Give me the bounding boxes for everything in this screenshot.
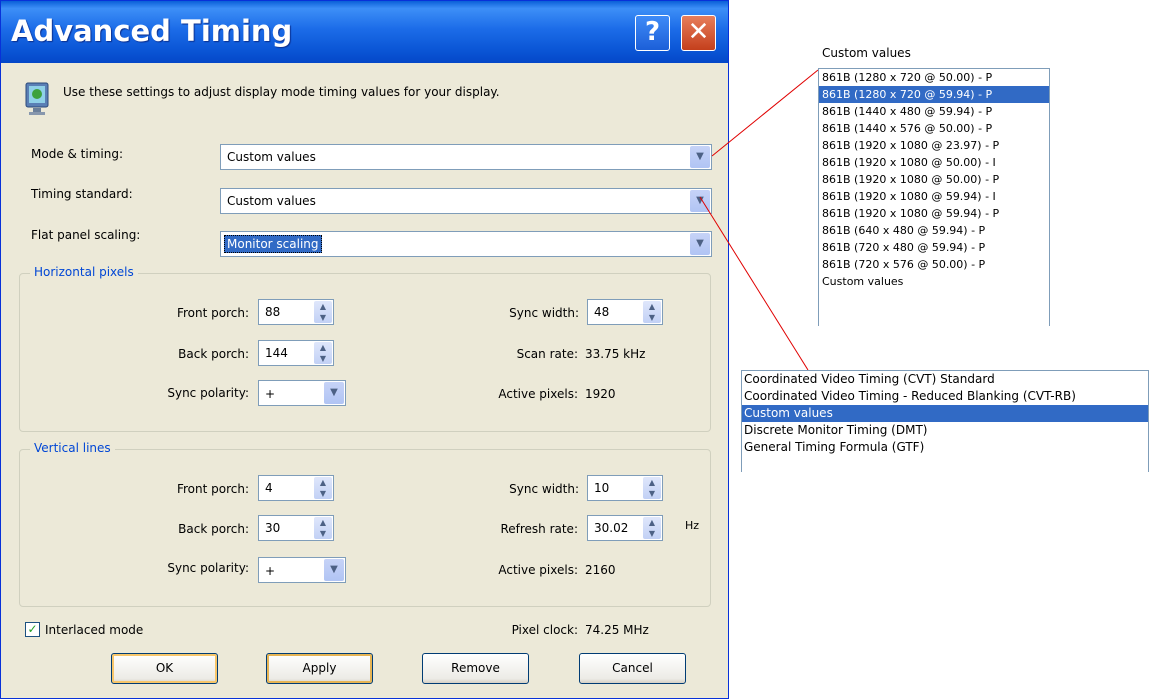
v-front-porch-value: 4 — [265, 481, 273, 495]
spinner-arrows-icon[interactable]: ▲ ▼ — [643, 517, 661, 539]
h-back-porch-label: Back porch: — [178, 347, 249, 361]
list-item[interactable]: 861B (720 x 480 @ 59.94) - P — [819, 239, 1049, 256]
refresh-rate-unit: Hz — [685, 519, 700, 532]
spinner-arrows-icon[interactable]: ▲ ▼ — [314, 301, 332, 323]
mode-list-caption: Custom values — [822, 46, 911, 60]
list-item[interactable]: 861B (1920 x 1080 @ 59.94) - I — [819, 188, 1049, 205]
h-front-porch-value: 88 — [265, 305, 281, 319]
v-active-pixels-label: Active pixels: — [498, 563, 578, 577]
list-item[interactable]: 861B (720 x 576 @ 50.00) - P — [819, 256, 1049, 273]
list-item[interactable]: Coordinated Video Timing - Reduced Blank… — [742, 388, 1148, 405]
list-item[interactable]: 861B (1920 x 1080 @ 50.00) - P — [819, 171, 1049, 188]
h-active-pixels-value: 1920 — [585, 387, 616, 401]
help-button[interactable]: ? — [635, 15, 670, 51]
spinner-arrows-icon[interactable]: ▲ ▼ — [314, 342, 332, 364]
v-back-porch-value: 30 — [265, 521, 281, 535]
chevron-down-icon[interactable]: ▼ — [690, 190, 710, 212]
v-front-porch-label: Front porch: — [176, 482, 249, 496]
list-item[interactable]: Custom values — [819, 273, 1049, 290]
spinner-arrows-icon[interactable]: ▲ ▼ — [643, 301, 661, 323]
v-sync-width-spinner[interactable]: 10 ▲ ▼ — [587, 475, 663, 501]
interlaced-mode-label[interactable]: Interlaced mode — [45, 623, 143, 637]
list-item[interactable]: 861B (1280 x 720 @ 50.00) - P — [819, 69, 1049, 86]
h-sync-width-value: 48 — [594, 305, 610, 319]
checkmark-icon: ✓ — [27, 622, 38, 636]
scan-rate-label: Scan rate: — [516, 347, 578, 361]
chevron-down-icon[interactable]: ▼ — [690, 233, 710, 255]
v-sync-width-value: 10 — [594, 481, 610, 495]
mode-timing-value: Custom values — [227, 150, 316, 164]
close-button[interactable]: ✕ — [681, 15, 716, 51]
list-item[interactable]: Coordinated Video Timing (CVT) Standard — [742, 371, 1148, 388]
pixel-clock-label: Pixel clock: — [511, 623, 578, 637]
h-front-porch-label: Front porch: — [176, 306, 249, 320]
scan-rate-value: 33.75 kHz — [585, 347, 646, 361]
h-sync-polarity-value: + — [265, 387, 276, 401]
flat-panel-label: Flat panel scaling: — [31, 228, 141, 242]
intro-text: Use these settings to adjust display mod… — [63, 85, 500, 99]
list-item[interactable]: 861B (1440 x 576 @ 50.00) - P — [819, 120, 1049, 137]
list-item[interactable]: Discrete Monitor Timing (DMT) — [742, 422, 1148, 439]
timing-standard-select[interactable]: Custom values ▼ — [220, 188, 712, 214]
timing-standard-label: Timing standard: — [31, 187, 133, 201]
flat-panel-scaling-select[interactable]: Monitor scaling ▼ — [220, 231, 712, 257]
v-sync-polarity-select[interactable]: + ▼ — [258, 557, 346, 583]
v-sync-polarity-label: Sync polarity: — [167, 561, 249, 575]
list-item[interactable]: Custom values — [742, 405, 1148, 422]
mode-timing-select[interactable]: Custom values ▼ — [220, 144, 712, 170]
list-item[interactable]: 861B (1920 x 1080 @ 23.97) - P — [819, 137, 1049, 154]
timing-standard-value: Custom values — [227, 194, 316, 208]
pixel-clock-value: 74.25 MHz — [585, 623, 649, 637]
h-sync-width-spinner[interactable]: 48 ▲ ▼ — [587, 299, 663, 325]
refresh-rate-label: Refresh rate: — [500, 522, 578, 536]
list-item[interactable]: 861B (640 x 480 @ 59.94) - P — [819, 222, 1049, 239]
remove-button[interactable]: Remove — [422, 653, 529, 684]
ok-button[interactable]: OK — [111, 653, 218, 684]
timing-standard-dropdown-list: Coordinated Video Timing (CVT) Standard C… — [741, 370, 1149, 472]
chevron-down-icon[interactable]: ▼ — [324, 382, 344, 404]
apply-button[interactable]: Apply — [266, 653, 373, 684]
spinner-arrows-icon[interactable]: ▲ ▼ — [314, 477, 332, 499]
v-active-pixels-value: 2160 — [585, 563, 616, 577]
h-active-pixels-label: Active pixels: — [498, 387, 578, 401]
chevron-down-icon[interactable]: ▼ — [324, 559, 344, 581]
refresh-rate-value: 30.02 — [594, 521, 629, 535]
h-front-porch-spinner[interactable]: 88 ▲ ▼ — [258, 299, 334, 325]
monitor-icon — [25, 82, 49, 115]
advanced-timing-dialog: Advanced Timing ? ✕ Use these settings t… — [0, 0, 729, 699]
list-item[interactable]: 861B (1920 x 1080 @ 59.94) - P — [819, 205, 1049, 222]
v-sync-polarity-value: + — [265, 564, 276, 578]
cancel-button[interactable]: Cancel — [579, 653, 686, 684]
h-sync-polarity-select[interactable]: + ▼ — [258, 380, 346, 406]
v-back-porch-spinner[interactable]: 30 ▲ ▼ — [258, 515, 334, 541]
list-item[interactable]: General Timing Formula (GTF) — [742, 439, 1148, 456]
list-item[interactable]: 861B (1280 x 720 @ 59.94) - P — [819, 86, 1049, 103]
h-sync-polarity-label: Sync polarity: — [167, 386, 249, 400]
chevron-down-icon[interactable]: ▼ — [690, 146, 710, 168]
dialog-title: Advanced Timing — [11, 14, 293, 48]
v-back-porch-label: Back porch: — [178, 522, 249, 536]
h-back-porch-value: 144 — [265, 346, 288, 360]
spinner-arrows-icon[interactable]: ▲ ▼ — [643, 477, 661, 499]
flat-panel-value: Monitor scaling — [224, 235, 322, 253]
horizontal-pixels-title: Horizontal pixels — [30, 265, 138, 279]
list-item[interactable]: 861B (1440 x 480 @ 59.94) - P — [819, 103, 1049, 120]
spinner-arrows-icon[interactable]: ▲ ▼ — [314, 517, 332, 539]
mode-timing-dropdown-list: 861B (1280 x 720 @ 50.00) - P 861B (1280 … — [818, 68, 1050, 326]
interlaced-mode-checkbox[interactable]: ✓ — [25, 622, 40, 637]
list-item[interactable]: 861B (1920 x 1080 @ 50.00) - I — [819, 154, 1049, 171]
v-sync-width-label: Sync width: — [509, 482, 579, 496]
title-bar[interactable]: Advanced Timing ? ✕ — [1, 1, 728, 63]
h-back-porch-spinner[interactable]: 144 ▲ ▼ — [258, 340, 334, 366]
mode-timing-label: Mode & timing: — [31, 147, 124, 161]
vertical-lines-title: Vertical lines — [30, 441, 115, 455]
refresh-rate-spinner[interactable]: 30.02 ▲ ▼ — [587, 515, 663, 541]
h-sync-width-label: Sync width: — [509, 306, 579, 320]
v-front-porch-spinner[interactable]: 4 ▲ ▼ — [258, 475, 334, 501]
